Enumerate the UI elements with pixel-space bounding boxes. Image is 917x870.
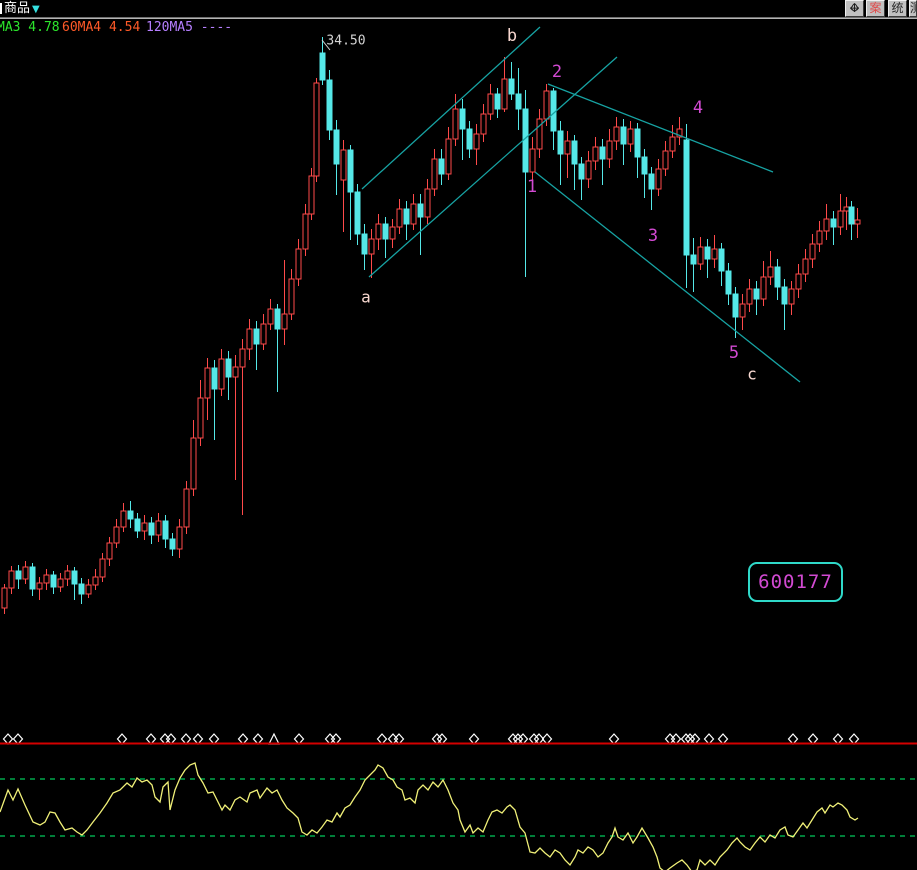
candlestick-chart-canvas[interactable] [0,0,917,870]
titlebar-separator-highlight [0,18,917,19]
stock-code-badge: 600177 [748,562,843,602]
clipped-tool-button[interactable]: 测 [909,0,917,17]
chevron-down-icon: ▼ [32,4,40,15]
trading-app-window: 商品▼ ↔ ↕ 案 统 测 MA3 4.78 60MA4 4.54 120MA5… [0,0,917,870]
wave-label-3: 3 [647,226,659,246]
case-tool-button[interactable]: 案 [866,0,885,17]
wave-label-1: 1 [526,177,538,197]
wave-label-c: c [747,364,757,384]
wave-label-4: 4 [692,98,704,118]
clipped-character [0,3,2,14]
instrument-selector[interactable]: 商品 ▼ [4,1,40,17]
stats-tool-button[interactable]: 统 [888,0,907,17]
peak-price-label: 34.50 [326,33,366,49]
ma120-value: 120MA5 ---- [146,20,233,35]
move-tool-button[interactable]: ↔ ↕ [845,0,864,17]
title-bar: 商品▼ ↔ ↕ 案 统 测 [0,0,917,17]
ma60-value: 60MA4 4.54 [62,20,141,35]
wave-label-b: b [506,26,518,46]
wave-label-5: 5 [728,343,740,363]
move-cross-icon: ↔ ↕ [849,1,860,15]
wave-label-a: a [361,287,371,307]
wave-label-2: 2 [551,62,563,82]
instrument-label: 商品 [4,1,31,16]
ma3-value: MA3 4.78 [0,20,60,35]
